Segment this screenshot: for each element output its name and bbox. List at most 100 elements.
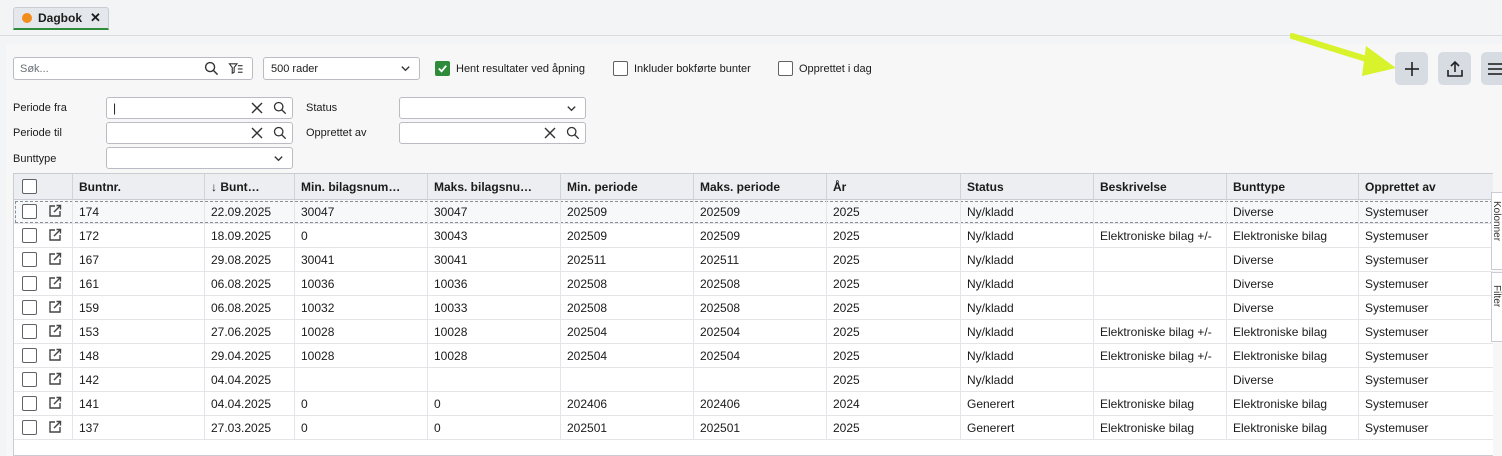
cell-status: Ny/kladd [961, 368, 1094, 391]
search-icon[interactable] [273, 101, 287, 115]
cell-min-voucher: 0 [295, 392, 428, 415]
cell-status: Ny/kladd [961, 200, 1094, 223]
table-row[interactable]: 159 06.08.2025 10032 10033 202508 202508 2025 N… [14, 296, 1493, 320]
row-select-cell [14, 200, 73, 223]
column-header-description[interactable]: Beskrivelse [1094, 174, 1227, 199]
batch-type-select[interactable] [106, 147, 293, 169]
checkbox-checked[interactable] [435, 61, 450, 76]
column-header-created-by[interactable]: Opprettet av [1359, 174, 1493, 199]
table-row[interactable]: 161 06.08.2025 10036 10036 202508 202508 2025 N… [14, 272, 1493, 296]
columns-side-tab[interactable]: Kolonner [1491, 192, 1502, 270]
table-row[interactable]: 172 18.09.2025 0 30043 202509 202509 2025 Ny/kl… [14, 224, 1493, 248]
cell-status: Ny/kladd [961, 296, 1094, 319]
filter-side-tab[interactable]: Filter [1491, 272, 1502, 342]
cell-description: Elektroniske bilag [1094, 392, 1227, 415]
cell-min-voucher [295, 368, 428, 391]
cell-year: 2025 [827, 344, 961, 367]
search-icon[interactable] [566, 126, 580, 140]
include-posted-checkbox[interactable]: Inkluder bokførte bunter [613, 61, 751, 76]
cell-year: 2025 [827, 248, 961, 271]
table-row[interactable]: 174 22.09.2025 30047 30047 202509 202509 2025 N… [14, 200, 1493, 224]
cell-description: Elektroniske bilag +/- [1094, 224, 1227, 247]
cell-max-period: 202509 [694, 224, 827, 247]
cell-min-voucher: 10036 [295, 272, 428, 295]
created-by-label: Opprettet av [306, 127, 367, 139]
search-input[interactable] [14, 58, 194, 79]
search-icon[interactable] [273, 126, 287, 140]
filter-options-icon[interactable] [228, 61, 244, 76]
table-row[interactable]: 153 27.06.2025 10028 10028 202504 202504 2025 N… [14, 320, 1493, 344]
created-by-input[interactable] [399, 122, 586, 144]
table-row[interactable]: 148 29.04.2025 10028 10028 202504 202504 2025 N… [14, 344, 1493, 368]
header-select-cell [14, 174, 73, 199]
row-select-cell [14, 224, 73, 247]
cell-max-voucher: 10028 [428, 320, 561, 343]
search-icon[interactable] [204, 61, 219, 76]
cell-batch-date: 04.04.2025 [205, 392, 295, 415]
clear-icon[interactable] [251, 102, 263, 114]
cell-min-voucher: 10028 [295, 344, 428, 367]
cell-batch-no: 172 [73, 224, 205, 247]
column-header-max-period[interactable]: Maks. periode [694, 174, 827, 199]
table-row[interactable]: 142 04.04.2025 2025 Ny/kladd Diverse Systemus… [14, 368, 1493, 392]
cell-year: 2025 [827, 416, 961, 439]
table-row[interactable]: 167 29.08.2025 30041 30041 202511 202511 2025 N… [14, 248, 1493, 272]
cell-description [1094, 272, 1227, 295]
menu-icon [1488, 62, 1502, 75]
checkbox-unchecked[interactable] [613, 61, 628, 76]
column-header-batch-date[interactable]: ↓ Bunt… [205, 174, 295, 199]
cell-min-voucher: 30041 [295, 248, 428, 271]
batch-type-label: Bunttype [13, 153, 57, 165]
export-button[interactable] [1438, 52, 1471, 85]
column-header-status[interactable]: Status [961, 174, 1094, 199]
column-header-year[interactable]: År [827, 174, 961, 199]
cell-batch-type: Diverse [1227, 272, 1359, 295]
cell-max-voucher: 30047 [428, 200, 561, 223]
cell-batch-date: 27.06.2025 [205, 320, 295, 343]
cell-batch-no: 161 [73, 272, 205, 295]
column-header-batch-no[interactable]: Buntnr. [73, 174, 205, 199]
cell-min-voucher: 0 [295, 224, 428, 247]
row-select-cell [14, 272, 73, 295]
cell-batch-no: 153 [73, 320, 205, 343]
select-all-checkbox[interactable] [22, 179, 37, 194]
cell-batch-type: Elektroniske bilag [1227, 416, 1359, 439]
clear-icon[interactable] [544, 127, 556, 139]
table-row[interactable]: 141 04.04.2025 0 0 202406 202406 2024 Generert E… [14, 392, 1493, 416]
cell-min-voucher: 30047 [295, 200, 428, 223]
column-header-min-period[interactable]: Min. periode [561, 174, 694, 199]
created-today-checkbox[interactable]: Opprettet i dag [778, 61, 872, 76]
checkbox-unchecked[interactable] [778, 61, 793, 76]
cell-batch-date: 29.04.2025 [205, 344, 295, 367]
cell-batch-date: 22.09.2025 [205, 200, 295, 223]
add-button[interactable] [1395, 52, 1428, 85]
tab-dagbok[interactable]: Dagbok ✕ [13, 7, 109, 30]
table-row[interactable]: 137 27.03.2025 0 0 202501 202501 2025 Generert E… [14, 416, 1493, 440]
cell-batch-type: Elektroniske bilag [1227, 224, 1359, 247]
status-select[interactable] [399, 97, 586, 119]
cell-batch-type: Elektroniske bilag [1227, 344, 1359, 367]
clear-icon[interactable] [251, 127, 263, 139]
modified-dot-icon [22, 13, 32, 23]
cell-created-by: Systemuser [1359, 200, 1493, 223]
cell-batch-no: 174 [73, 200, 205, 223]
rows-select[interactable]: 500 rader [263, 57, 420, 80]
cell-batch-no: 137 [73, 416, 205, 439]
column-header-batch-type[interactable]: Bunttype [1227, 174, 1359, 199]
cell-batch-type: Diverse [1227, 200, 1359, 223]
column-header-min-voucher[interactable]: Min. bilagsnum… [295, 174, 428, 199]
cell-max-period [694, 368, 827, 391]
cell-batch-no: 159 [73, 296, 205, 319]
column-header-max-voucher[interactable]: Maks. bilagsnu… [428, 174, 561, 199]
cell-batch-date: 04.04.2025 [205, 368, 295, 391]
cell-min-period: 202501 [561, 416, 694, 439]
cell-min-period: 202504 [561, 344, 694, 367]
period-from-input[interactable]: | [106, 97, 293, 119]
period-to-input[interactable] [106, 122, 293, 144]
fetch-on-open-checkbox[interactable]: Hent resultater ved åpning [435, 61, 585, 76]
fetch-on-open-label: Hent resultater ved åpning [456, 62, 586, 75]
period-from-value: | [113, 101, 117, 115]
close-icon[interactable]: ✕ [90, 10, 101, 26]
cell-year: 2024 [827, 392, 961, 415]
menu-button[interactable] [1481, 52, 1502, 85]
